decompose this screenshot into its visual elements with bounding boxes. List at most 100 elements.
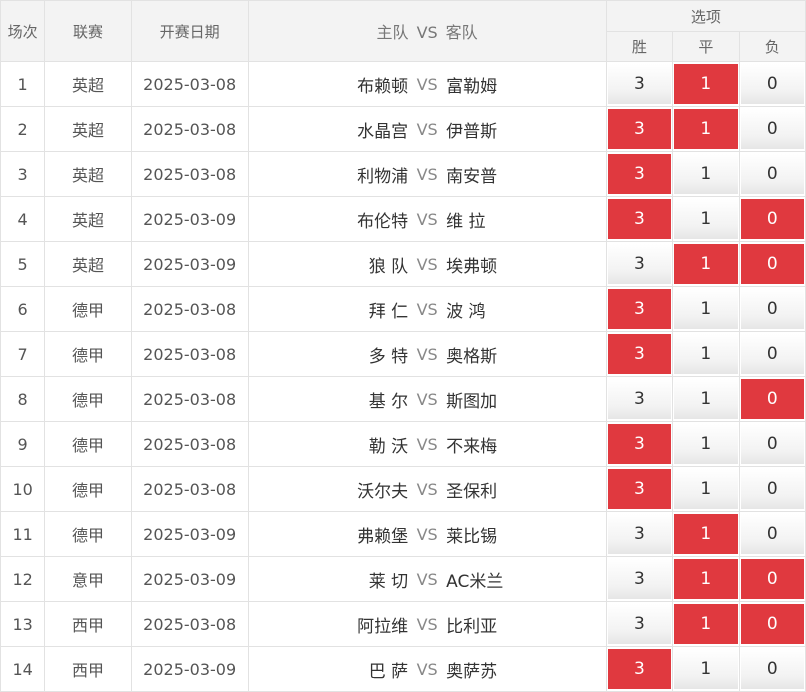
lose-option-button[interactable]: 0 (740, 379, 804, 419)
win-option-button[interactable]: 3 (607, 154, 672, 194)
draw-option-button[interactable]: 1 (674, 289, 738, 329)
lose-cell: 0 (738, 646, 806, 692)
draw-cell: 1 (672, 556, 740, 602)
vs-label: VS (416, 74, 438, 94)
vs-label: VS (416, 614, 438, 634)
lose-option-button[interactable]: 0 (740, 199, 804, 239)
lose-option-button[interactable]: 0 (740, 334, 804, 374)
match-number: 14 (0, 646, 46, 692)
league-name: 英超 (44, 241, 132, 287)
match-date: 2025-03-08 (130, 421, 249, 467)
draw-option-button[interactable]: 1 (674, 154, 738, 194)
win-cell: 3 (605, 646, 674, 692)
match-teams: 阿拉维 VS 比利亚 (247, 601, 607, 647)
lose-cell: 0 (738, 241, 806, 287)
lose-option-button[interactable]: 0 (740, 604, 804, 644)
home-team: 利物浦 (357, 166, 409, 187)
lose-cell: 0 (738, 376, 806, 422)
draw-cell: 1 (672, 61, 740, 107)
league-name: 意甲 (44, 556, 132, 602)
win-cell: 3 (605, 331, 674, 377)
win-cell: 3 (605, 61, 674, 107)
home-team: 水晶宫 (357, 121, 409, 142)
win-option-button[interactable]: 3 (607, 424, 672, 464)
draw-option-button[interactable]: 1 (674, 199, 738, 239)
league-name: 德甲 (44, 466, 132, 512)
home-team: 莱 切 (368, 571, 409, 592)
draw-cell: 1 (672, 196, 740, 242)
lose-option-button[interactable]: 0 (740, 244, 804, 284)
lose-option-button[interactable]: 0 (740, 559, 804, 599)
win-option-button[interactable]: 3 (607, 64, 672, 104)
lose-option-button[interactable]: 0 (740, 109, 804, 149)
win-option-button[interactable]: 3 (607, 649, 672, 689)
match-date: 2025-03-09 (130, 646, 249, 692)
match-date: 2025-03-08 (130, 151, 249, 197)
draw-option-button[interactable]: 1 (674, 514, 738, 554)
win-option-button[interactable]: 3 (607, 334, 672, 374)
win-option-button[interactable]: 3 (607, 199, 672, 239)
draw-option-button[interactable]: 1 (674, 649, 738, 689)
vs-label: VS (416, 389, 438, 409)
table-row: 1 英超 2025-03-08 布赖顿 VS 富勒姆 3 1 0 (0, 61, 806, 107)
win-option-button[interactable]: 3 (607, 604, 672, 644)
table-row: 12 意甲 2025-03-09 莱 切 VS AC米兰 3 1 0 (0, 556, 806, 602)
draw-option-button[interactable]: 1 (674, 109, 738, 149)
draw-option-button[interactable]: 1 (674, 424, 738, 464)
draw-option-button[interactable]: 1 (674, 244, 738, 284)
lose-option-button[interactable]: 0 (740, 154, 804, 194)
win-cell: 3 (605, 601, 674, 647)
match-date: 2025-03-08 (130, 106, 249, 152)
match-date: 2025-03-08 (130, 601, 249, 647)
win-option-button[interactable]: 3 (607, 559, 672, 599)
win-cell: 3 (605, 151, 674, 197)
home-team: 勒 沃 (368, 436, 409, 457)
match-number: 9 (0, 421, 46, 467)
lose-option-button[interactable]: 0 (740, 289, 804, 329)
lose-option-button[interactable]: 0 (740, 514, 804, 554)
win-option-button[interactable]: 3 (607, 244, 672, 284)
match-number: 1 (0, 61, 46, 107)
win-option-button[interactable]: 3 (607, 469, 672, 509)
win-option-button[interactable]: 3 (607, 514, 672, 554)
header-league: 联赛 (44, 0, 132, 62)
draw-option-button[interactable]: 1 (674, 64, 738, 104)
lose-cell: 0 (738, 106, 806, 152)
match-teams: 狼 队 VS 埃弗顿 (247, 241, 607, 287)
win-option-button[interactable]: 3 (607, 289, 672, 329)
draw-option-button[interactable]: 1 (674, 469, 738, 509)
vs-label: VS (416, 569, 438, 589)
win-option-button[interactable]: 3 (607, 379, 672, 419)
header-row: 场次 联赛 开赛日期 主队 VS 客队 选项 (0, 0, 806, 62)
draw-option-button[interactable]: 1 (674, 559, 738, 599)
win-option-button[interactable]: 3 (607, 109, 672, 149)
league-name: 德甲 (44, 421, 132, 467)
draw-cell: 1 (672, 601, 740, 647)
header-home: 主队 (376, 23, 409, 42)
draw-option-button[interactable]: 1 (674, 604, 738, 644)
lose-option-button[interactable]: 0 (740, 424, 804, 464)
match-date: 2025-03-09 (130, 241, 249, 287)
vs-label: VS (416, 659, 438, 679)
match-teams: 拜 仁 VS 波 鸿 (247, 286, 607, 332)
home-team: 基 尔 (368, 391, 409, 412)
draw-option-button[interactable]: 1 (674, 334, 738, 374)
table-row: 14 西甲 2025-03-09 巴 萨 VS 奥萨苏 3 1 0 (0, 646, 806, 692)
home-team: 布伦特 (357, 211, 409, 232)
lose-option-button[interactable]: 0 (740, 64, 804, 104)
match-teams: 利物浦 VS 南安普 (247, 151, 607, 197)
lose-option-button[interactable]: 0 (740, 469, 804, 509)
away-team: 维 拉 (446, 211, 486, 232)
vs-label: VS (416, 119, 438, 139)
home-team: 阿拉维 (357, 616, 409, 637)
away-team: 波 鸿 (446, 301, 486, 322)
match-date: 2025-03-08 (130, 286, 249, 332)
lose-cell: 0 (738, 331, 806, 377)
vs-label: VS (416, 299, 438, 319)
vs-label: VS (416, 479, 438, 499)
lose-option-button[interactable]: 0 (740, 649, 804, 689)
draw-option-button[interactable]: 1 (674, 379, 738, 419)
match-teams: 沃尔夫 VS 圣保利 (247, 466, 607, 512)
header-vs: VS (416, 23, 438, 42)
draw-cell: 1 (672, 241, 740, 287)
